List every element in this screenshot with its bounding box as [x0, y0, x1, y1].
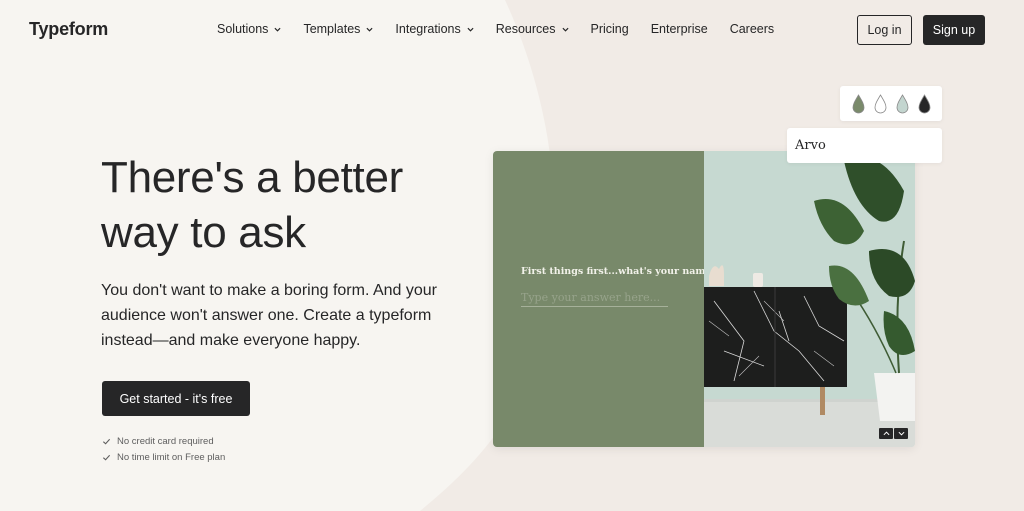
- nav-item-resources[interactable]: Resources: [496, 22, 569, 36]
- color-swatches: [840, 86, 942, 121]
- check-item: No time limit on Free plan: [102, 449, 225, 465]
- chevron-down-icon: [274, 27, 281, 32]
- nav-item-careers[interactable]: Careers: [730, 22, 774, 36]
- color-drop-icon[interactable]: [873, 93, 888, 114]
- login-button[interactable]: Log in: [857, 15, 912, 45]
- chevron-down-icon: [366, 27, 373, 32]
- check-item: No credit card required: [102, 433, 225, 449]
- feature-checklist: No credit card required No time limit on…: [102, 433, 225, 465]
- nav-item-integrations[interactable]: Integrations: [395, 22, 474, 36]
- nav-item-solutions[interactable]: Solutions: [217, 22, 281, 36]
- check-label: No credit card required: [117, 435, 214, 447]
- room-photo: [704, 151, 915, 447]
- nav-item-templates[interactable]: Templates: [303, 22, 373, 36]
- chevron-down-icon: [898, 431, 904, 436]
- nav-item-enterprise[interactable]: Enterprise: [651, 22, 708, 36]
- typeform-logo[interactable]: Typeform: [29, 19, 108, 40]
- prev-question-button[interactable]: [879, 428, 893, 439]
- answer-input[interactable]: Type your answer here...: [521, 291, 668, 307]
- nav-item-pricing[interactable]: Pricing: [591, 22, 629, 36]
- font-selector[interactable]: Arvo: [787, 128, 942, 163]
- hero-title: There's a better way to ask: [101, 153, 403, 257]
- nav-item-label: Templates: [303, 22, 361, 36]
- nav-item-label: Careers: [729, 22, 775, 36]
- top-nav: Typeform Solutions Templates Integration…: [0, 0, 1024, 60]
- hero-subtitle: You don't want to make a boring form. An…: [101, 282, 437, 349]
- question-nav: [879, 428, 908, 439]
- chevron-down-icon: [561, 27, 569, 32]
- signup-button[interactable]: Sign up: [923, 15, 985, 45]
- color-drop-icon[interactable]: [895, 93, 910, 114]
- chevron-up-icon: [883, 431, 889, 436]
- main-menu: Solutions Templates Integrations Resourc…: [217, 22, 796, 36]
- nav-item-label: Pricing: [590, 22, 629, 36]
- color-drop-icon[interactable]: [851, 93, 866, 114]
- form-question: First things first...what's your name?: [521, 266, 718, 277]
- form-question-panel: First things first...what's your name? T…: [493, 151, 717, 447]
- nav-item-label: Integrations: [395, 22, 461, 36]
- form-preview: First things first...what's your name? T…: [493, 151, 915, 447]
- next-question-button[interactable]: [894, 428, 908, 439]
- nav-item-label: Resources: [495, 22, 556, 36]
- color-drop-icon[interactable]: [917, 93, 932, 114]
- nav-item-label: Enterprise: [650, 22, 708, 36]
- check-icon: [102, 438, 111, 445]
- get-started-button[interactable]: Get started - it's free: [102, 381, 250, 416]
- nav-item-label: Solutions: [217, 22, 269, 36]
- check-icon: [102, 454, 111, 461]
- chevron-down-icon: [467, 27, 474, 32]
- check-label: No time limit on Free plan: [117, 451, 226, 463]
